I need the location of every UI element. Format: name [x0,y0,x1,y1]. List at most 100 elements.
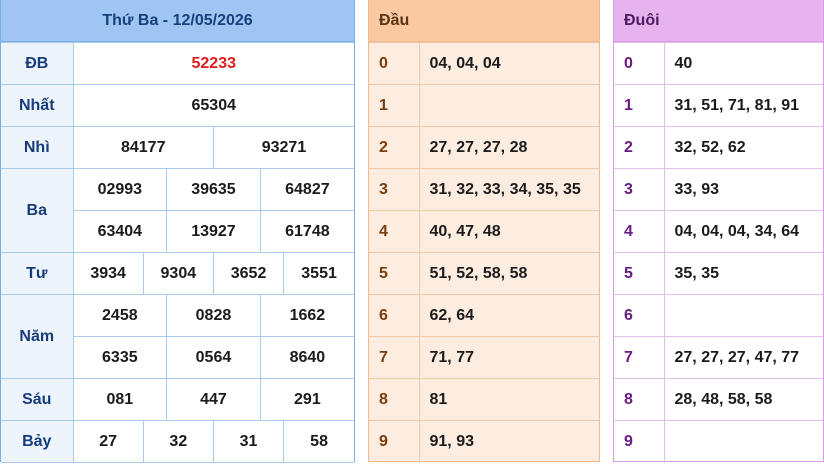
dau-key: 3 [369,168,420,211]
prize-row-db: ĐB 52233 [1,42,354,85]
duoi-header: Đuôi [614,0,823,42]
dau-row: 0 04, 04, 04 [369,42,599,85]
prize-number: 84177 [72,126,214,169]
dau-values: 81 [419,378,599,421]
dau-row: 6 62, 64 [369,294,599,337]
prize-number: 27 [72,420,144,463]
duoi-table: 0 40 1 31, 51, 71, 81, 91 2 32, 52, 62 3 33,… [614,42,823,463]
duoi-values: 27, 27, 27, 47, 77 [664,336,823,379]
duoi-values: 35, 35 [664,252,823,295]
dau-key: 5 [369,252,420,295]
prize-row-bay: Bảy 27 32 31 58 [1,420,354,463]
prize-number: 6335 [73,336,168,379]
duoi-key: 8 [614,378,665,421]
prize-number: 13927 [166,210,261,253]
prize-number: 3652 [212,252,285,295]
prize-number: 02993 [72,168,168,211]
dau-row: 2 27, 27, 27, 28 [369,126,599,169]
duoi-key: 6 [614,294,665,337]
duoi-values: 31, 51, 71, 81, 91 [664,84,823,127]
duoi-key: 9 [614,420,665,463]
dau-row: 3 31, 32, 33, 34, 35, 35 [369,168,599,211]
dau-key: 2 [369,126,420,169]
results-table: ĐB 52233 Nhất 65304 Nhì 84177 93271 Ba 0… [1,42,354,463]
prize-number: 447 [166,378,261,421]
prize-number: 9304 [142,252,214,295]
dau-row: 4 40, 47, 48 [369,210,599,253]
dau-values [419,84,599,127]
dau-row: 1 [369,84,599,127]
dau-row: 5 51, 52, 58, 58 [369,252,599,295]
duoi-panel: Đuôi 0 40 1 31, 51, 71, 81, 91 2 32, 52, 62… [613,0,824,463]
prize-number: 58 [283,420,354,463]
duoi-key: 5 [614,252,665,295]
duoi-row: 3 33, 93 [614,168,823,211]
dau-values: 71, 77 [419,336,599,379]
duoi-row: 5 35, 35 [614,252,823,295]
prize-number: 1662 [259,294,354,337]
duoi-values: 40 [664,42,823,85]
dau-table: 0 04, 04, 04 1 2 27, 27, 27, 28 3 31, 32, 3… [369,42,599,463]
dau-key: 6 [369,294,420,337]
dau-values: 51, 52, 58, 58 [419,252,599,295]
dau-key: 4 [369,210,420,253]
prize-number-special: 52233 [72,42,354,85]
prize-number: 63404 [73,210,168,253]
duoi-values [664,294,823,337]
dau-header: Đầu [369,0,599,42]
prize-label: Ba [1,168,74,253]
dau-values: 91, 93 [419,420,599,463]
dau-key: 9 [369,420,420,463]
prize-label: Nhì [1,126,74,169]
prize-number: 3551 [283,252,354,295]
prize-row-nhat: Nhất 65304 [1,84,354,127]
dau-row: 8 81 [369,378,599,421]
prize-row-tu: Tư 3934 9304 3652 3551 [1,252,354,295]
prize-number: 2458 [72,294,168,337]
duoi-row: 2 32, 52, 62 [614,126,823,169]
prize-number: 081 [72,378,168,421]
prize-label: Bảy [1,420,74,463]
dau-key: 1 [369,84,420,127]
duoi-values: 28, 48, 58, 58 [664,378,823,421]
duoi-values: 04, 04, 04, 34, 64 [664,210,823,253]
duoi-row: 9 [614,420,823,463]
prize-row-sau: Sáu 081 447 291 [1,378,354,421]
results-panel: Thứ Ba - 12/05/2026 ĐB 52233 Nhất 65304 … [0,0,355,463]
prize-row-ba: Ba 02993 39635 64827 [1,168,354,253]
prize-number: 0564 [166,336,261,379]
duoi-key: 1 [614,84,665,127]
prize-number: 93271 [212,126,354,169]
prize-number: 61748 [259,210,354,253]
duoi-key: 7 [614,336,665,379]
prize-row-nam: Năm 2458 0828 1662 [1,294,354,379]
prize-label: Tư [1,252,74,295]
results-header: Thứ Ba - 12/05/2026 [1,0,354,42]
prize-number: 39635 [166,168,261,211]
prize-number: 31 [212,420,285,463]
dau-values: 31, 32, 33, 34, 35, 35 [419,168,599,211]
prize-number: 0828 [166,294,261,337]
dau-values: 04, 04, 04 [419,42,599,85]
duoi-row: 4 04, 04, 04, 34, 64 [614,210,823,253]
dau-values: 27, 27, 27, 28 [419,126,599,169]
dau-row: 7 71, 77 [369,336,599,379]
duoi-key: 2 [614,126,665,169]
duoi-row: 8 28, 48, 58, 58 [614,378,823,421]
dau-panel: Đầu 0 04, 04, 04 1 2 27, 27, 27, 28 3 31, 3… [368,0,600,463]
prize-label: ĐB [1,42,74,85]
prize-number: 3934 [72,252,144,295]
prize-row-nhi: Nhì 84177 93271 [1,126,354,169]
prize-number: 32 [142,420,214,463]
prize-label: Nhất [1,84,74,127]
duoi-row: 7 27, 27, 27, 47, 77 [614,336,823,379]
prize-number: 64827 [259,168,354,211]
dau-key: 8 [369,378,420,421]
dau-key: 0 [369,42,420,85]
prize-number: 8640 [259,336,354,379]
dau-row: 9 91, 93 [369,420,599,463]
duoi-values [664,420,823,463]
prize-number: 65304 [72,84,354,127]
prize-number: 291 [259,378,354,421]
duoi-row: 0 40 [614,42,823,85]
